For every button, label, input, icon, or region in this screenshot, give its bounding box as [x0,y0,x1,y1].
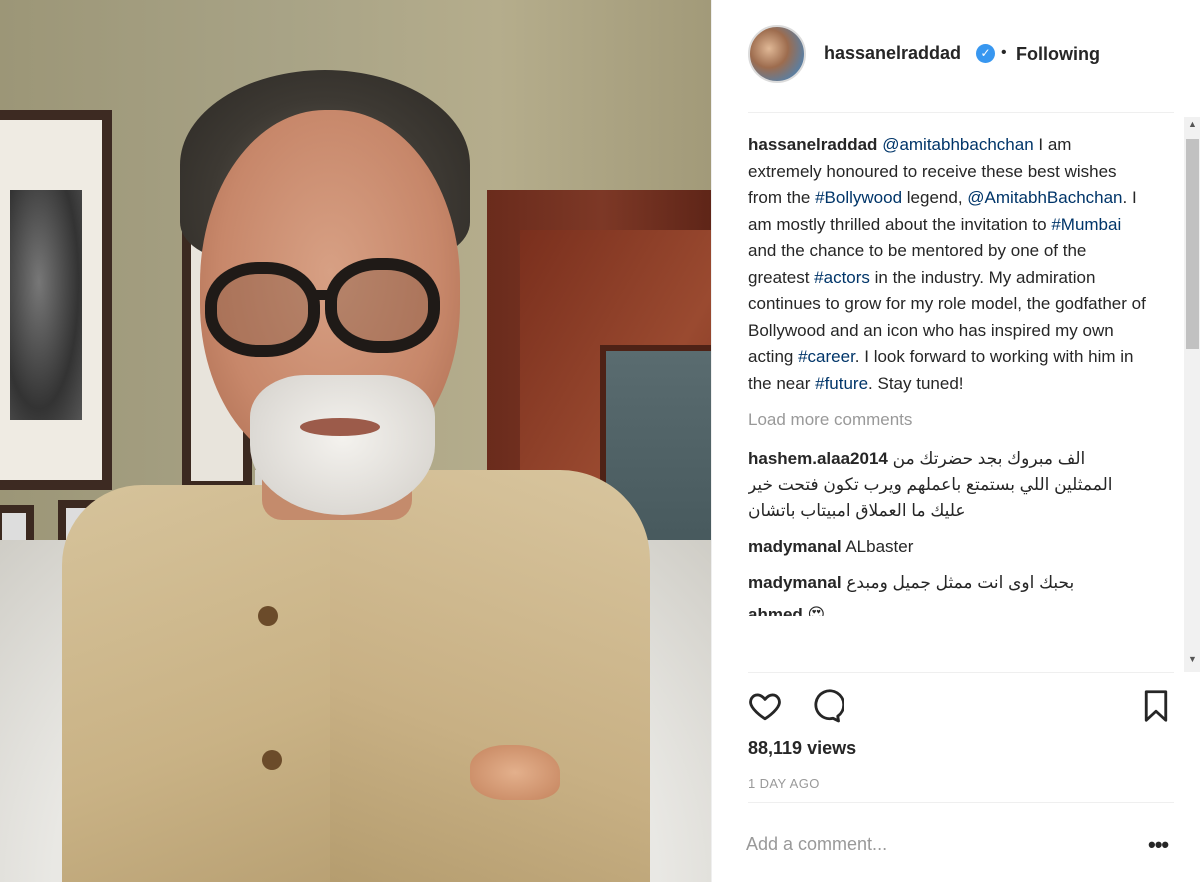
heart-icon[interactable] [746,688,784,724]
post-details-panel: hassanelraddad ✓ • Following hassanelrad… [711,0,1200,882]
hashtag-link[interactable]: #actors [814,268,870,287]
caption-segment: legend, [902,188,968,207]
hashtag-link[interactable]: #Bollywood [815,188,902,207]
following-button[interactable]: Following [1016,44,1100,65]
avatar[interactable] [748,25,806,83]
verified-badge-icon: ✓ [976,44,995,63]
post-video[interactable] [0,0,711,882]
scroll-up-arrow-icon[interactable]: ▲ [1188,119,1197,129]
comment-username[interactable]: madymanal [748,537,842,556]
caption-text: @amitabhbachchan I am extremely honoured… [748,135,1146,393]
post-timestamp[interactable]: 1 DAY AGO [748,776,820,791]
header-divider [748,112,1174,113]
header-separator: • [1001,44,1007,61]
caption-segment: . Stay tuned! [868,373,964,393]
actions-divider [748,672,1174,673]
mouth [300,418,380,436]
comment-input-divider [748,802,1174,803]
more-options-icon[interactable]: ••• [1148,832,1169,858]
comment-username[interactable]: hashem.alaa2014 [748,449,888,468]
hashtag-link[interactable]: #Mumbai [1051,215,1121,234]
scrollbar-thumb[interactable] [1186,139,1199,349]
add-comment-input[interactable] [746,828,1126,860]
comment-username[interactable]: madymanal [748,573,842,592]
post-header: hassanelraddad ✓ • Following [712,0,1200,112]
post-caption: hassanelraddad @amitabhbachchan I am ext… [748,132,1148,397]
hashtag-link[interactable]: #future [815,374,868,393]
vest-left [62,485,332,882]
comment: madymanal بحبك اوى انت ممثل جميل ومبدع [748,570,1148,596]
comment-text: ALbaster [845,537,914,556]
bookmark-icon[interactable] [1138,688,1174,724]
load-more-comments-button[interactable]: Load more comments [748,410,1180,430]
wall-picture-frame [0,110,112,490]
post-actions [746,688,1176,726]
caption-username[interactable]: hassanelraddad [748,135,877,154]
glasses-lens-left [205,262,320,357]
vest-right [330,470,650,882]
comment-icon[interactable] [806,688,846,724]
comment-text: بحبك اوى انت ممثل جميل ومبدع [846,573,1075,592]
comment: hashem.alaa2014 الف مبروك بجد حضرتك من ا… [748,446,1148,524]
comment-username[interactable]: ahmed [748,605,803,616]
mention-link[interactable]: @amitabhbachchan [882,135,1033,154]
hashtag-link[interactable]: #career [798,347,855,366]
glasses-lens-right [325,258,440,353]
glasses-bridge [312,290,334,300]
beard [250,375,435,515]
scroll-down-arrow-icon[interactable]: ▼ [1188,654,1197,664]
comment: madymanal ALbaster [748,534,1148,560]
comments-scrollbar[interactable]: ▲ ▼ [1184,117,1200,672]
pocket-square [470,745,560,800]
view-count[interactable]: 88,119 views [748,738,856,759]
vest-button [258,606,278,626]
comment: ahmed 😍 [748,602,1148,616]
comment-text: 😍 [807,605,826,616]
vest-button [262,750,282,770]
frame-portrait [10,190,82,420]
mention-link[interactable]: @AmitabhBachchan [967,188,1122,207]
author-username[interactable]: hassanelraddad [824,43,961,64]
comments-list[interactable]: hassanelraddad @amitabhbachchan I am ext… [748,132,1180,672]
